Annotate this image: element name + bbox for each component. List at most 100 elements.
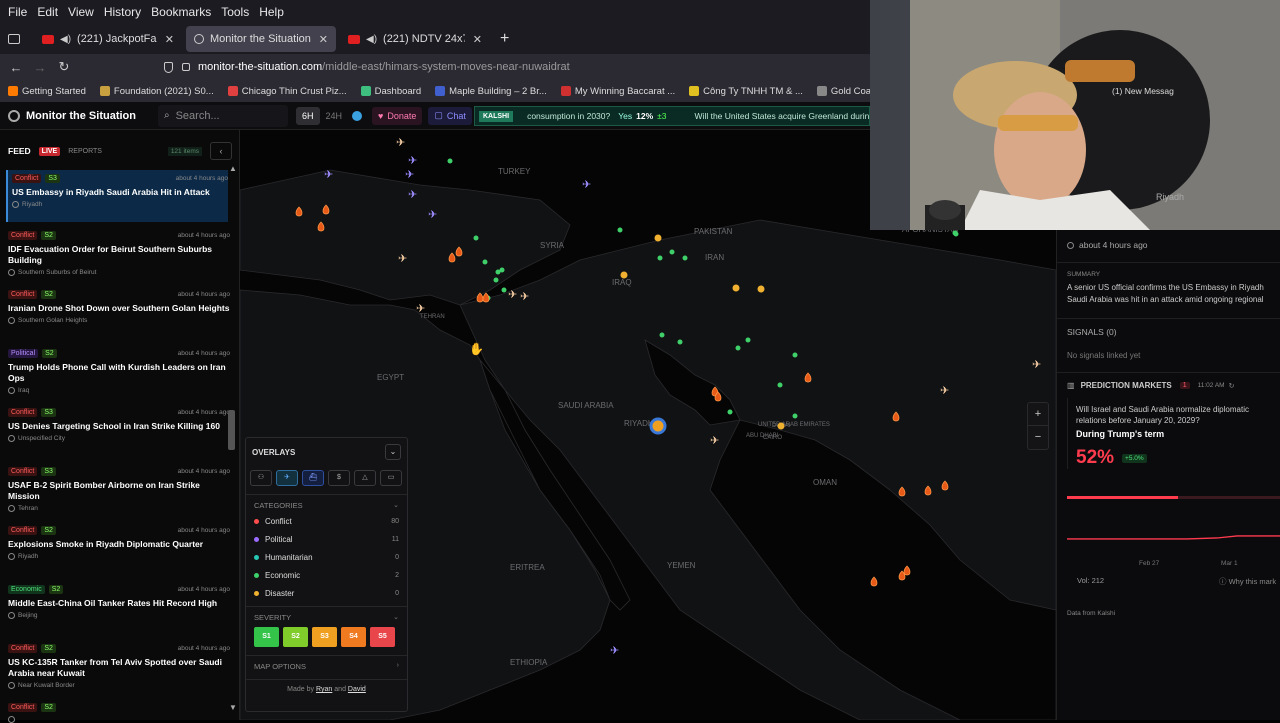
speaker-icon[interactable]: ◀): [366, 34, 377, 45]
tab-jackpotfantasy[interactable]: ◀) (221) JackpotFantasy is live! ✕: [34, 26, 182, 52]
severity-toggle-button[interactable]: S1: [254, 627, 279, 647]
selected-event-marker[interactable]: [649, 417, 667, 435]
alert-toggle-icon[interactable]: △: [354, 470, 376, 486]
menu-view[interactable]: View: [68, 5, 94, 19]
aircraft-icon[interactable]: ✈: [398, 253, 407, 265]
economic-marker[interactable]: [657, 255, 663, 261]
range-24h-button[interactable]: 24H: [320, 107, 349, 125]
feed-item[interactable]: Conflict S3 about 4 hours ago US Denies Tar…: [8, 406, 230, 442]
feed-item[interactable]: Conflict S2 about 4 hours ago Iranian Drone…: [8, 288, 230, 324]
economic-marker[interactable]: [792, 352, 798, 358]
economic-marker[interactable]: [745, 337, 751, 343]
collapse-sidebar-button[interactable]: ‹: [210, 142, 232, 160]
aircraft-icon[interactable]: ✈: [416, 303, 425, 315]
economic-marker[interactable]: [499, 267, 505, 273]
economic-marker[interactable]: [792, 413, 798, 419]
bookmark-item[interactable]: Getting Started: [8, 86, 86, 97]
scroll-up-icon[interactable]: ▲: [229, 164, 237, 173]
aircraft-icon[interactable]: ✈: [710, 435, 719, 447]
economic-marker[interactable]: [482, 259, 488, 265]
severity-toggle-button[interactable]: S3: [312, 627, 337, 647]
bookmark-item[interactable]: My Winning Baccarat ...: [560, 86, 675, 97]
shield-icon[interactable]: [164, 61, 173, 73]
search-box[interactable]: ⌕ Search...: [157, 104, 288, 127]
bookmark-item[interactable]: Foundation (2021) S0...: [99, 86, 214, 97]
feed-item[interactable]: Political S2 about 4 hours ago Trump Holds …: [8, 347, 230, 394]
bookmark-item[interactable]: Chicago Thin Crust Piz...: [227, 86, 347, 97]
disaster-marker[interactable]: [654, 234, 662, 242]
aircraft-icon[interactable]: ✈: [582, 179, 591, 191]
feed-item[interactable]: Conflict S3 about 4 hours ago USAF B-2 Spir…: [8, 465, 230, 512]
aircraft-icon[interactable]: ✈: [428, 209, 437, 221]
bookmark-item[interactable]: Dashboard: [360, 86, 421, 97]
feed-item[interactable]: Conflict S3 about 4 hours ago US Embassy in…: [6, 170, 228, 222]
camera-toggle-icon[interactable]: ▭: [380, 470, 402, 486]
economic-marker[interactable]: [473, 235, 479, 241]
tab-reports[interactable]: REPORTS: [68, 148, 102, 155]
economic-marker[interactable]: [952, 230, 958, 236]
bookmark-item[interactable]: Maple Building – 2 Br...: [435, 86, 547, 97]
url-bar[interactable]: monitor-the-situation.com /middle-east/h…: [150, 56, 870, 78]
disaster-marker[interactable]: [757, 285, 765, 293]
economic-marker[interactable]: [669, 249, 675, 255]
economic-marker[interactable]: [727, 409, 733, 415]
menu-bookmarks[interactable]: Bookmarks: [151, 5, 211, 19]
chat-button[interactable]: ▢ Chat: [428, 106, 472, 125]
conflict-marker[interactable]: [482, 292, 490, 303]
ship-toggle-icon[interactable]: ⛴: [302, 470, 324, 486]
aircraft-icon[interactable]: ✈: [520, 291, 529, 303]
aircraft-icon[interactable]: ✈: [610, 645, 619, 657]
pm-why-link[interactable]: ⓘ Why this mark: [1219, 576, 1276, 587]
scrollbar-thumb[interactable]: [228, 410, 235, 450]
lock-icon[interactable]: [182, 63, 190, 71]
severity-toggle-button[interactable]: S5: [370, 627, 395, 647]
menu-help[interactable]: Help: [259, 5, 284, 19]
feed-item[interactable]: Conflict S2 about 4 hours ago Explosions Sm…: [8, 524, 230, 560]
economic-marker[interactable]: [447, 158, 453, 164]
disaster-marker[interactable]: [777, 422, 785, 430]
aircraft-icon[interactable]: ✈: [408, 189, 417, 201]
donate-button[interactable]: ♥ Donate: [372, 106, 423, 125]
tab-ndtv[interactable]: ◀) (221) NDTV 24x7 LIVE: Iran ✕: [340, 26, 490, 52]
menu-file[interactable]: File: [8, 5, 27, 19]
economic-marker[interactable]: [777, 382, 783, 388]
zoom-in-button[interactable]: +: [1028, 403, 1048, 426]
disaster-marker[interactable]: [620, 271, 628, 279]
map-options-button[interactable]: MAP OPTIONS: [254, 662, 306, 671]
range-6h-button[interactable]: 6H: [295, 106, 320, 125]
disaster-marker[interactable]: [732, 284, 740, 292]
menu-tools[interactable]: Tools: [221, 5, 249, 19]
menu-history[interactable]: History: [104, 5, 141, 19]
aircraft-icon[interactable]: ✈: [508, 289, 517, 301]
economic-marker[interactable]: [659, 332, 665, 338]
economic-marker[interactable]: [501, 287, 507, 293]
feed-item[interactable]: Conflict S2 about 4 hours ago US KC-135R Ta…: [8, 642, 230, 689]
feed-item[interactable]: Economic S2 about 4 hours ago Middle East-C…: [8, 583, 230, 619]
category-row[interactable]: Conflict 80: [254, 512, 399, 530]
pm-card[interactable]: Will Israel and Saudi Arabia normalize d…: [1067, 398, 1280, 469]
severity-toggle-button[interactable]: S2: [283, 627, 308, 647]
category-row[interactable]: Economic 2: [254, 566, 399, 584]
economic-marker[interactable]: [493, 277, 499, 283]
feed-item[interactable]: Conflict S2 about 4 hours ago IDF Evacuatio…: [8, 229, 230, 276]
aircraft-icon[interactable]: ✈: [405, 169, 414, 181]
people-toggle-icon[interactable]: ⚇: [250, 470, 272, 486]
category-row[interactable]: Humanitarian 0: [254, 548, 399, 566]
economic-marker[interactable]: [617, 227, 623, 233]
market-ticker[interactable]: KALSHI consumption in 2030? Yes 12% ±3 W…: [474, 106, 870, 126]
tab-feed[interactable]: FEED: [8, 146, 31, 156]
close-tab-icon[interactable]: ✕: [319, 33, 328, 46]
tab-monitor-the-situation[interactable]: Monitor the Situation - Live Glo ✕: [186, 26, 336, 52]
severity-chevron-icon[interactable]: ⌄: [393, 613, 399, 622]
aircraft-icon[interactable]: ✈: [940, 385, 949, 397]
aircraft-icon[interactable]: ✈: [396, 137, 405, 149]
reload-icon[interactable]: ↻: [52, 59, 76, 75]
aircraft-icon[interactable]: ✈: [324, 169, 333, 181]
plane-toggle-icon[interactable]: ✈: [276, 470, 298, 486]
categories-chevron-icon[interactable]: ⌄: [393, 501, 399, 510]
speaker-icon[interactable]: ◀): [60, 34, 71, 45]
zoom-out-button[interactable]: −: [1028, 426, 1048, 449]
tab-list-icon[interactable]: [8, 34, 20, 44]
new-tab-icon[interactable]: +: [500, 30, 509, 48]
back-icon[interactable]: ←: [4, 60, 28, 75]
